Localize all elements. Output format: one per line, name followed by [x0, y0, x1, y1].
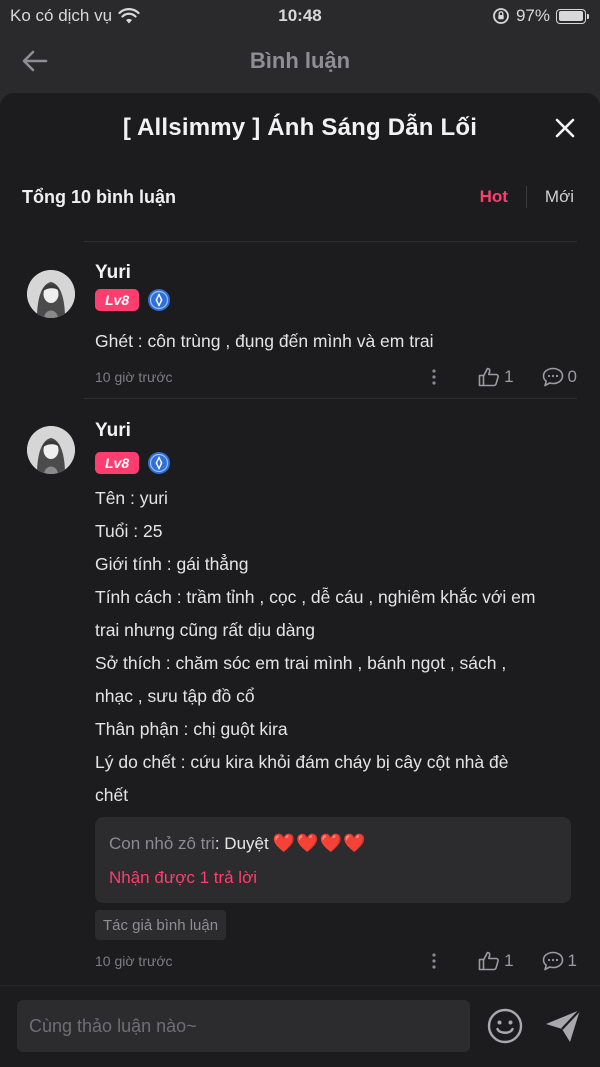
comment-bubble-icon — [542, 367, 563, 387]
sort-tab-hot[interactable]: Hot — [476, 187, 512, 207]
sort-divider — [525, 186, 527, 208]
close-icon[interactable] — [554, 117, 576, 139]
nav-title: Bình luận — [249, 48, 351, 73]
like-button[interactable]: 1 — [478, 367, 514, 387]
author-tag: Tác giả bình luận — [95, 910, 227, 940]
user-badges: Lv8 — [95, 451, 171, 475]
avatar[interactable] — [27, 270, 75, 318]
emoji-icon[interactable] — [487, 1008, 523, 1044]
comment-meta: 10 giờ trước 1 0 — [95, 365, 577, 389]
comment-bubble-icon — [542, 951, 563, 971]
status-time: 10:48 — [278, 6, 322, 25]
battery-percent: 97% — [515, 6, 550, 25]
comment-line: chết — [95, 785, 129, 805]
like-count: 1 — [504, 367, 514, 386]
comment-time: 10 giờ trước — [95, 953, 173, 969]
heart-emojis: ❤️❤️❤️❤️ — [272, 833, 367, 853]
battery-icon — [556, 8, 589, 24]
comment-line: Lý do chết : cứu kira khỏi đám cháy bị c… — [95, 752, 509, 772]
sheet-title: [ Allsimmy ] Ánh Sáng Dẫn Lối — [122, 114, 478, 141]
comment-line: Ghét : côn trùng , đụng đến mình và em t… — [95, 331, 434, 351]
reply-button[interactable]: 1 — [542, 951, 577, 971]
verified-badge-icon — [148, 452, 171, 474]
comment-line: Giới tính : gái thẳng — [95, 554, 249, 574]
arrow-left-icon[interactable] — [20, 46, 50, 76]
avatar[interactable] — [27, 426, 75, 474]
comment-line: Thân phận : chị guột kira — [95, 719, 288, 739]
avatar-image — [27, 426, 75, 474]
reply-line: Con nhỏ zô tri : Duyệt ❤️❤️❤️❤️ — [109, 833, 557, 854]
view-replies-link[interactable]: Nhận được 1 trả lời — [109, 868, 557, 888]
reply-count: 0 — [567, 367, 577, 386]
summary-row: Tổng 10 bình luận Hot Mới — [0, 181, 600, 213]
reply-preview[interactable]: Con nhỏ zô tri : Duyệt ❤️❤️❤️❤️ Nhận đượ… — [95, 817, 571, 903]
send-icon[interactable] — [544, 1008, 582, 1044]
verified-badge-icon — [148, 289, 171, 311]
status-bar: Ko có dịch vụ 10:48 97% — [0, 0, 600, 32]
comment-line: trai nhưng cũng rất dịu dàng — [95, 620, 315, 640]
orientation-lock-icon — [493, 8, 509, 24]
comment-meta: 10 giờ trước 1 1 — [95, 949, 577, 973]
nav-bar: Bình luận — [0, 32, 600, 90]
comment-line: Tuổi : 25 — [95, 521, 163, 541]
comment-line: Tên : yuri — [95, 488, 168, 508]
like-button[interactable]: 1 — [478, 951, 514, 971]
comment-input-bar — [0, 985, 600, 1067]
divider — [84, 241, 577, 242]
thumbs-up-icon — [478, 951, 499, 971]
battery-fill — [558, 11, 583, 21]
user-badges: Lv8 — [95, 288, 171, 312]
user-name[interactable]: Yuri — [95, 262, 131, 284]
carrier-label: Ko có dịch vụ — [10, 6, 113, 25]
avatar-image — [27, 270, 75, 318]
more-vertical-icon[interactable] — [424, 369, 444, 385]
comment-body: Tên : yuri Tuổi : 25 Giới tính : gái thẳ… — [95, 482, 575, 812]
comment-time: 10 giờ trước — [95, 369, 173, 385]
comment-input[interactable] — [17, 1000, 470, 1052]
divider — [84, 398, 577, 399]
reply-text: : Duyệt — [214, 833, 269, 853]
user-name[interactable]: Yuri — [95, 420, 131, 442]
comment-body: Ghét : côn trùng , đụng đến mình và em t… — [95, 325, 575, 358]
reply-count: 1 — [567, 951, 577, 970]
comments-sheet: [ Allsimmy ] Ánh Sáng Dẫn Lối Tổng 10 bì… — [0, 93, 600, 1067]
more-vertical-icon[interactable] — [424, 953, 444, 969]
comment-line: nhạc , sưu tập đồ cổ — [95, 686, 255, 706]
level-badge: Lv8 — [95, 452, 140, 474]
like-count: 1 — [504, 951, 514, 970]
sort-tab-new[interactable]: Mới — [541, 187, 578, 207]
wifi-icon — [118, 8, 140, 24]
comment-total: Tổng 10 bình luận — [22, 186, 176, 207]
thumbs-up-icon — [478, 367, 499, 387]
sheet-header: [ Allsimmy ] Ánh Sáng Dẫn Lối — [0, 93, 600, 163]
level-badge: Lv8 — [95, 289, 140, 311]
comment-line: Tính cách : trầm tỉnh , cọc , dễ cáu , n… — [95, 587, 536, 607]
sort-tabs: Hot Mới — [476, 186, 578, 208]
reply-button[interactable]: 0 — [542, 367, 577, 387]
reply-author[interactable]: Con nhỏ zô tri — [109, 834, 215, 854]
comment-line: Sở thích : chăm sóc em trai mình , bánh … — [95, 653, 507, 673]
